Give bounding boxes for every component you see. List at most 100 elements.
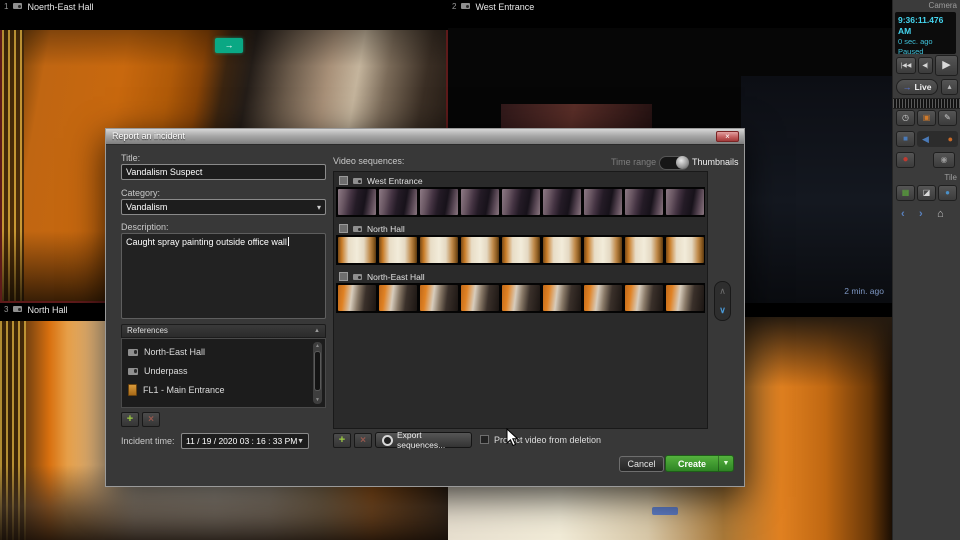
references-header[interactable]: References ▲ <box>121 324 326 338</box>
camera-icon <box>128 348 138 356</box>
sequence-scroll-control[interactable]: ∧ ∨ <box>714 281 731 321</box>
category-select[interactable]: Vandalism ▾ <box>121 199 326 215</box>
reference-item[interactable]: North-East Hall <box>124 342 323 361</box>
sequence-thumbnail[interactable] <box>461 285 499 311</box>
reference-name: North-East Hall <box>144 346 206 357</box>
wood-slats-wall <box>2 28 24 301</box>
sequence-thumbnail[interactable] <box>625 237 663 263</box>
view-mode-toggle[interactable] <box>659 156 689 170</box>
sequence-thumbnail[interactable] <box>543 189 581 215</box>
ptz-icon: ● <box>945 188 950 197</box>
title-input[interactable]: Vandalism Suspect <box>121 164 326 180</box>
sequence-thumbnail[interactable] <box>666 237 704 263</box>
scroll-down-arrow-icon[interactable]: ▼ <box>313 396 322 404</box>
time-select-button[interactable]: ◷ <box>896 110 915 126</box>
audio-button[interactable]: ◉ <box>933 152 955 168</box>
protect-video-checkbox[interactable] <box>480 435 489 444</box>
home-icon[interactable]: ⌂ <box>937 207 944 221</box>
scene-shape <box>741 75 892 303</box>
tile-header: 2 West Entrance <box>448 0 892 28</box>
create-button[interactable]: Create ▼ <box>665 455 734 472</box>
record-button[interactable]: ● <box>896 152 915 168</box>
sequence-thumbnail[interactable] <box>502 189 540 215</box>
grid-view-button[interactable]: ▦ <box>896 185 915 201</box>
remove-reference-button[interactable]: × <box>142 412 160 427</box>
back-arrow-icon[interactable]: ◀ <box>922 134 929 145</box>
reference-item[interactable]: FL1 - Main Entrance <box>124 380 323 399</box>
video-sequences-label: Video sequences: <box>333 156 405 166</box>
stop-button[interactable]: ■ <box>896 131 915 147</box>
sequence-thumbnail[interactable] <box>625 189 663 215</box>
sequence-thumbnail[interactable] <box>420 189 458 215</box>
ptz-button[interactable]: ● <box>938 185 957 201</box>
sequence-thumbnail-strip <box>336 235 705 265</box>
sequence-thumbnail[interactable] <box>584 189 622 215</box>
sequence-thumbnail[interactable] <box>625 285 663 311</box>
expand-button[interactable]: ▴ <box>941 79 958 95</box>
add-reference-button[interactable]: + <box>121 412 139 427</box>
timeline-strip[interactable] <box>893 98 960 109</box>
thumbnails-toggle-label[interactable]: Thumbnails <box>692 157 739 167</box>
tile-number: 3 <box>4 305 9 314</box>
play-button[interactable]: ▶ <box>935 55 958 76</box>
sequence-thumbnail[interactable] <box>502 285 540 311</box>
description-textarea[interactable]: Caught spray painting outside office wal… <box>121 233 326 319</box>
toggle-knob[interactable] <box>676 156 689 169</box>
next-icon[interactable]: › <box>919 207 923 221</box>
sequence-thumbnail[interactable] <box>461 237 499 263</box>
export-sequences-button[interactable]: Export sequences... <box>375 430 472 450</box>
sequence-group-header: North Hall <box>336 221 705 235</box>
sequence-thumbnail[interactable] <box>666 285 704 311</box>
playback-relative-time: 0 sec. ago <box>898 37 933 46</box>
scrollbar-thumb[interactable] <box>314 351 321 391</box>
sequence-thumbnail[interactable] <box>502 237 540 263</box>
camera-icon <box>128 367 138 375</box>
create-dropdown-icon[interactable]: ▼ <box>718 456 733 471</box>
incident-time-field[interactable]: 11 / 19 / 2020 03 : 16 : 33 PM ▼ <box>181 433 309 449</box>
sequence-checkbox[interactable] <box>339 224 348 233</box>
remove-sequence-button[interactable]: × <box>354 433 372 448</box>
dialog-titlebar[interactable]: Report an incident × <box>106 129 744 145</box>
sequence-thumbnail[interactable] <box>338 237 376 263</box>
add-sequence-button[interactable]: + <box>333 433 351 448</box>
annotate-button[interactable]: ✎ <box>938 110 957 126</box>
scroll-down-icon[interactable]: ∨ <box>719 306 726 315</box>
sequence-thumbnail[interactable] <box>543 285 581 311</box>
live-button[interactable]: → Live <box>896 79 938 95</box>
play-icon: ▶ <box>942 59 951 71</box>
sequence-thumbnail[interactable] <box>543 237 581 263</box>
sequence-thumbnail[interactable] <box>379 189 417 215</box>
recording-age-badge: 2 min. ago <box>844 286 884 296</box>
references-list[interactable]: ▲ ▼ North-East Hall Underpass FL1 - Main E… <box>121 338 326 408</box>
sequence-thumbnail[interactable] <box>584 237 622 263</box>
tile-panel-label: Tile <box>944 173 957 182</box>
sequence-thumbnail[interactable] <box>338 189 376 215</box>
scroll-up-arrow-icon[interactable]: ▲ <box>313 342 322 350</box>
sequence-thumbnail[interactable] <box>461 189 499 215</box>
sequence-checkbox[interactable] <box>339 272 348 281</box>
cancel-button[interactable]: Cancel <box>619 456 664 472</box>
exit-sign: → <box>215 38 243 53</box>
scroll-up-icon[interactable]: ∧ <box>719 287 726 296</box>
snapshot-button[interactable]: ◪ <box>917 185 936 201</box>
skip-to-start-button[interactable]: |◀◀ <box>896 57 916 74</box>
step-back-button[interactable]: ◀| <box>918 57 933 74</box>
camera-icon <box>353 178 362 184</box>
smart-search-button[interactable]: ▣ <box>917 110 936 126</box>
orange-dot-icon[interactable]: ● <box>948 134 953 144</box>
sequence-thumbnail[interactable] <box>420 237 458 263</box>
sequence-thumbnail[interactable] <box>338 285 376 311</box>
sequence-thumbnail[interactable] <box>379 237 417 263</box>
sequence-thumbnail[interactable] <box>420 285 458 311</box>
sequence-thumbnail[interactable] <box>584 285 622 311</box>
reference-item[interactable]: Underpass <box>124 361 323 380</box>
prev-icon[interactable]: ‹ <box>901 207 905 221</box>
tile-number: 1 <box>4 2 9 11</box>
sequence-thumbnail[interactable] <box>666 189 704 215</box>
sequence-thumbnail[interactable] <box>379 285 417 311</box>
close-icon[interactable]: × <box>716 131 739 142</box>
snapshot-icon: ◪ <box>922 188 931 197</box>
sequence-checkbox[interactable] <box>339 176 348 185</box>
time-range-toggle-label[interactable]: Time range <box>611 157 656 167</box>
references-scrollbar[interactable]: ▲ ▼ <box>313 342 322 404</box>
